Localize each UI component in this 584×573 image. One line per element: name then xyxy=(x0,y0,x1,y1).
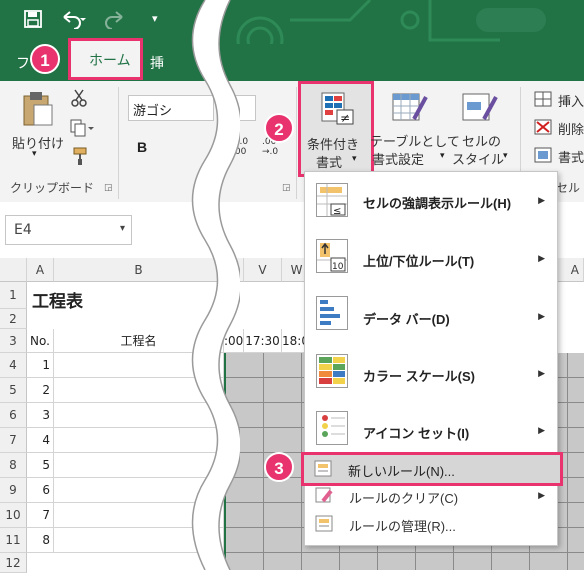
conditional-formatting-icon: ≠ xyxy=(321,92,354,125)
highlight-rules-icon: ≤ xyxy=(316,183,348,217)
menu-item-icon-sets[interactable]: アイコン セット(I) ▶ xyxy=(305,401,555,458)
row-header[interactable]: 6 xyxy=(0,403,27,428)
row-header[interactable]: 10 xyxy=(0,503,27,528)
format-painter-icon[interactable] xyxy=(70,147,90,169)
format-cells-label[interactable]: 書式 xyxy=(558,147,584,166)
column-header-a[interactable]: A xyxy=(27,258,54,282)
chevron-down-icon: ▾ xyxy=(352,154,357,164)
row-header[interactable]: 9 xyxy=(0,478,27,503)
paste-button[interactable]: 貼り付け ▾ xyxy=(12,89,64,161)
delete-cells-icon[interactable] xyxy=(534,119,552,139)
data-bar-icon xyxy=(316,296,348,330)
menu-item-top-bottom[interactable]: 10 上位/下位ルール(T) ▶ xyxy=(305,229,555,286)
bold-button[interactable]: B xyxy=(137,139,147,155)
row-header[interactable]: 11 xyxy=(0,528,27,553)
clipboard-icon xyxy=(23,92,53,126)
copy-icon[interactable] xyxy=(70,119,94,141)
menu-item-manage-rules[interactable]: ルールの管理(R)... xyxy=(305,511,555,537)
undo-icon[interactable] xyxy=(60,9,86,33)
insert-cells-label[interactable]: 挿入 xyxy=(558,91,584,110)
conditional-formatting-button[interactable]: ≠ 条件付き 書式 ▾ xyxy=(298,81,374,177)
save-icon[interactable] xyxy=(24,10,42,33)
menu-item-color-scales[interactable]: カラー スケール(S) ▶ xyxy=(305,344,555,401)
svg-text:10: 10 xyxy=(332,262,344,272)
header-cell-time[interactable]: 17:30 xyxy=(244,329,282,353)
chevron-down-icon: ▾ xyxy=(503,151,508,161)
clipboard-group-label: クリップボード xyxy=(10,181,95,195)
chevron-down-icon: ▾ xyxy=(440,151,445,161)
top-bottom-icon: 10 xyxy=(316,239,348,273)
submenu-arrow-icon: ▶ xyxy=(538,254,545,264)
number-dialog-launcher-icon[interactable]: ◲ xyxy=(282,183,291,193)
table-format-icon xyxy=(392,93,428,121)
row-header[interactable]: 5 xyxy=(0,378,27,403)
format-as-table-button[interactable]: テーブルとして 書式設定 ▾ xyxy=(370,89,460,177)
insert-cells-icon[interactable] xyxy=(534,91,552,111)
chevron-down-icon: ▾ xyxy=(32,149,37,159)
screenshot-break xyxy=(191,0,240,570)
cell-styles-icon xyxy=(462,93,498,121)
tab-file[interactable]: フ xyxy=(16,53,30,73)
row-header[interactable]: 3 xyxy=(0,329,27,353)
tab-home-label: ホーム xyxy=(89,53,131,69)
row-header[interactable]: 1 xyxy=(0,282,27,309)
sheet-title: 工程表 xyxy=(32,292,83,312)
column-header-v[interactable]: V xyxy=(244,258,282,282)
clear-rules-icon xyxy=(315,487,335,509)
menu-item-clear-rules[interactable]: ルールのクリア(C) ▶ xyxy=(305,483,555,509)
delete-cells-label[interactable]: 削除 xyxy=(558,119,584,138)
row-header[interactable]: 2 xyxy=(0,309,27,329)
submenu-arrow-icon: ▶ xyxy=(538,491,545,501)
format-cells-icon[interactable] xyxy=(534,147,552,167)
row-headers: 1 2 3 4 5 6 7 8 9 10 11 12 xyxy=(0,282,27,573)
row-header[interactable]: 4 xyxy=(0,353,27,378)
chevron-down-icon: ▾ xyxy=(119,223,125,234)
menu-item-data-bars[interactable]: データ バー(D) ▶ xyxy=(305,286,555,344)
name-box[interactable]: E4 ▾ xyxy=(5,215,132,245)
dialog-launcher-icon[interactable]: ◲ xyxy=(104,183,113,193)
svg-text:≤: ≤ xyxy=(333,206,341,216)
submenu-arrow-icon: ▶ xyxy=(538,196,545,206)
step-badge-1: 1 xyxy=(30,44,60,74)
svg-text:≠: ≠ xyxy=(340,111,350,125)
new-rule-label: 新しいルール(N)... xyxy=(348,464,455,479)
row-header[interactable]: 8 xyxy=(0,453,27,478)
step-badge-3: 3 xyxy=(264,452,294,482)
step-badge-2: 2 xyxy=(264,113,294,143)
submenu-arrow-icon: ▶ xyxy=(538,426,545,436)
color-scale-icon xyxy=(316,354,348,388)
name-box-value: E4 xyxy=(14,222,32,238)
icon-set-icon xyxy=(316,411,348,445)
ribbon-tabs: フ ホーム 挿 xyxy=(0,38,584,81)
select-all-corner[interactable] xyxy=(0,258,27,282)
row-header[interactable]: 7 xyxy=(0,428,27,453)
menu-item-new-rule[interactable]: 新しいルール(N)... xyxy=(301,452,563,486)
cut-icon[interactable] xyxy=(70,89,88,111)
manage-rules-icon xyxy=(315,515,335,537)
conditional-formatting-menu: ≤ セルの強調表示ルール(H) ▶ 10 上位/下位ルール(T) ▶ データ バ… xyxy=(304,171,558,546)
row-header[interactable]: 12 xyxy=(0,553,27,573)
cells-group-label: セル xyxy=(556,181,581,195)
redo-icon[interactable] xyxy=(104,9,130,33)
menu-item-highlight-rules[interactable]: ≤ セルの強調表示ルール(H) ▶ xyxy=(305,172,555,229)
new-rule-icon xyxy=(314,460,334,482)
submenu-arrow-icon: ▶ xyxy=(538,312,545,322)
submenu-arrow-icon: ▶ xyxy=(538,369,545,379)
account-blur xyxy=(476,8,546,32)
header-cell-no[interactable]: No. xyxy=(27,329,54,353)
tab-home[interactable]: ホーム xyxy=(68,38,143,80)
cell-styles-button[interactable]: セルの スタイル ▾ xyxy=(452,89,514,177)
